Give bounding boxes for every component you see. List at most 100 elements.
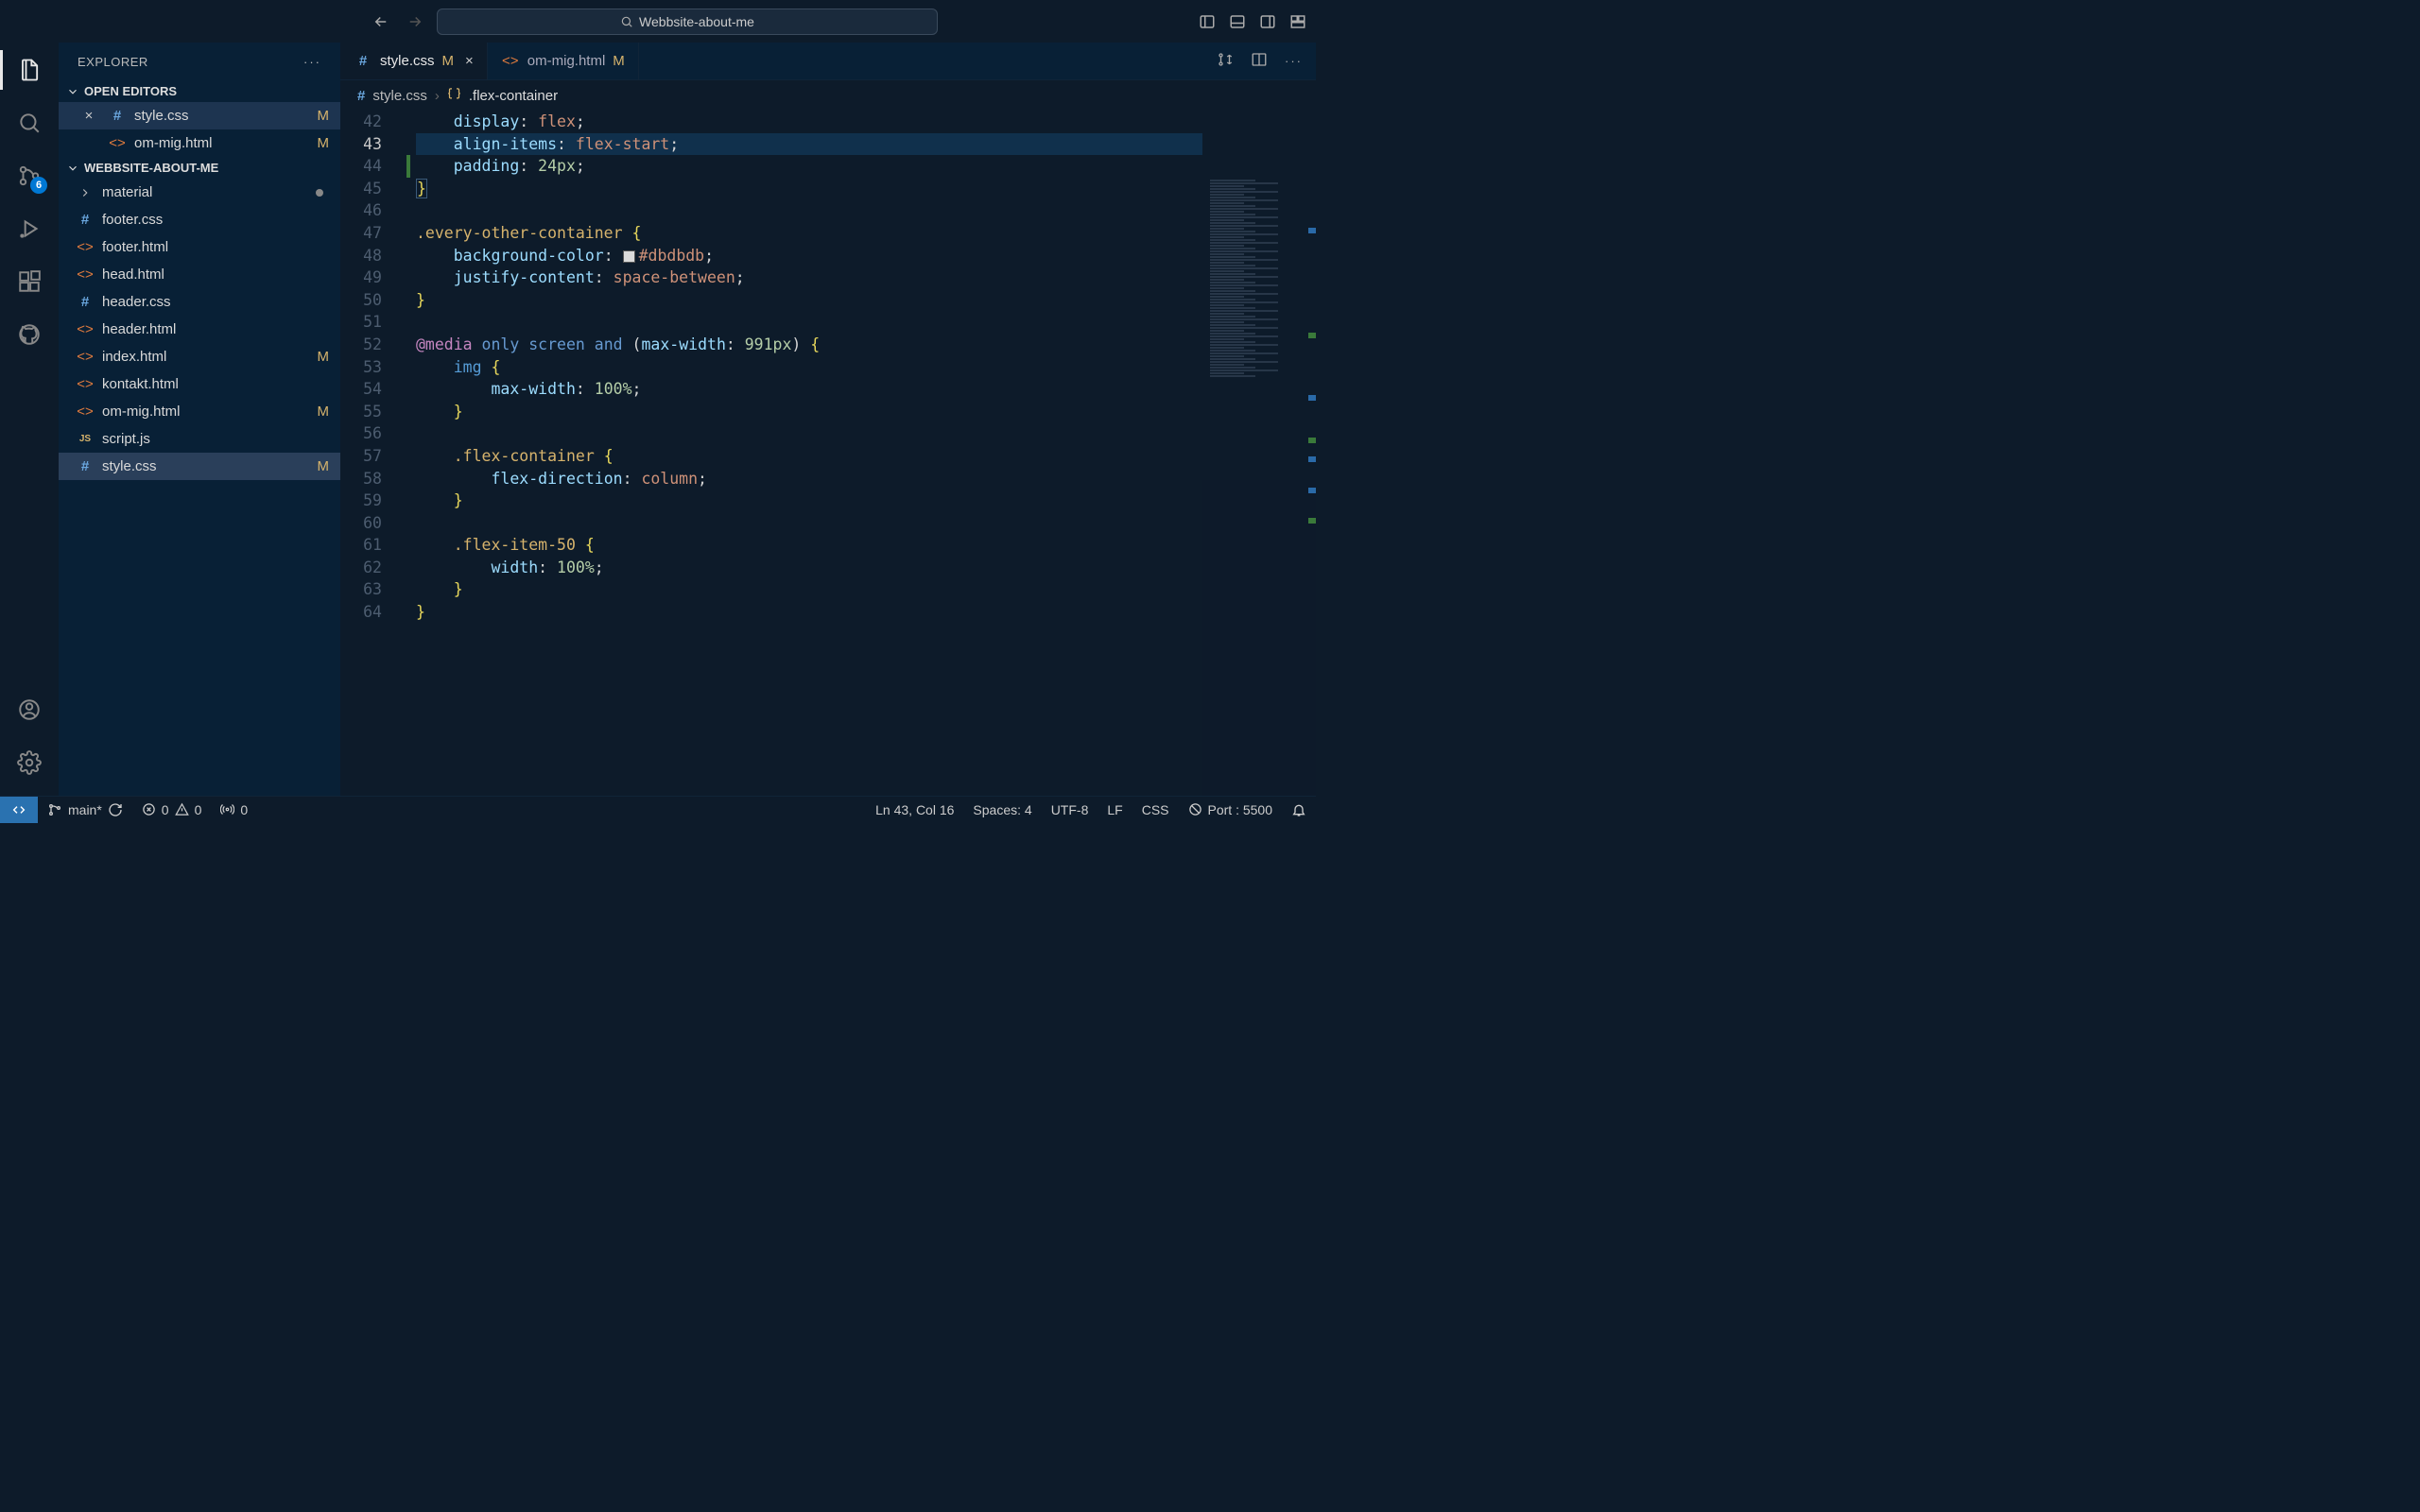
breadcrumb[interactable]: # style.css › .flex-container [340,80,1316,111]
open-editors-label: OPEN EDITORS [84,84,177,98]
activity-settings-icon[interactable] [13,747,45,779]
status-branch[interactable]: main* [38,802,132,817]
file-name-label: footer.css [102,212,163,228]
code-line[interactable]: @media only screen and (max-width: 991px… [416,334,1316,356]
search-icon [620,15,633,28]
code-line[interactable]: img { [416,356,1316,379]
code-line[interactable] [416,422,1316,445]
tree-file-item[interactable]: <>head.html [59,261,340,288]
nav-back-icon[interactable] [369,9,393,34]
command-center[interactable]: Webbsite-about-me [437,9,938,35]
html-file-icon: <> [501,53,520,69]
code-line[interactable]: align-items: flex-start; [416,133,1316,156]
layout-panel-icon[interactable] [1229,13,1246,30]
activity-extensions-icon[interactable] [13,266,45,298]
code-line[interactable]: .flex-item-50 { [416,534,1316,557]
split-editor-icon[interactable] [1251,51,1268,71]
tree-file-item[interactable]: #style.cssM [59,453,340,480]
status-cursor[interactable]: Ln 43, Col 16 [866,802,963,817]
block-icon [1188,802,1202,816]
tree-file-item[interactable]: <>kontakt.html [59,370,340,398]
editor-tab[interactable]: #style.cssM× [340,43,488,79]
status-lang[interactable]: CSS [1132,802,1179,817]
tree-file-item[interactable]: <>om-mig.htmlM [59,398,340,425]
minimap[interactable] [1202,179,1316,796]
tree-file-item[interactable]: JSscript.js [59,425,340,453]
open-editor-item[interactable]: <>om-mig.htmlM [59,129,340,157]
layout-customize-icon[interactable] [1289,13,1306,30]
tree-file-item[interactable]: <>index.htmlM [59,343,340,370]
code-line[interactable]: justify-content: space-between; [416,266,1316,289]
code-line[interactable] [416,199,1316,222]
compare-changes-icon[interactable] [1217,51,1234,71]
tree-folder-item[interactable]: material [59,179,340,206]
close-tab-icon[interactable]: × [465,53,474,69]
activity-debug-icon[interactable] [13,213,45,245]
activity-github-icon[interactable] [13,318,45,351]
status-bar: main* 0 0 0 Ln 43, Col 16 Spaces: 4 UTF-… [0,796,1316,822]
status-problems[interactable]: 0 0 [132,802,212,817]
code-line[interactable]: flex-direction: column; [416,468,1316,490]
status-eol[interactable]: LF [1098,802,1132,817]
code-editor[interactable]: 4243444546474849505152535455565758596061… [340,111,1316,796]
code-line[interactable]: } [416,601,1316,624]
project-header[interactable]: WEBBSITE-ABOUT-ME [59,157,340,179]
breadcrumb-symbol: .flex-container [469,88,558,104]
status-notifications-icon[interactable] [1282,802,1316,817]
activity-explorer-icon[interactable] [13,54,45,86]
code-line[interactable]: } [416,178,1316,200]
code-line[interactable]: } [416,289,1316,312]
code-line[interactable]: } [416,401,1316,423]
activity-scm-icon[interactable]: 6 [13,160,45,192]
chevron-down-icon [66,85,79,98]
broadcast-icon [220,802,234,816]
explorer-sidebar: EXPLORER ··· OPEN EDITORS × #style.cssM <>… [59,43,340,796]
status-live-server[interactable]: 0 [211,802,257,817]
sidebar-more-icon[interactable]: ··· [303,55,321,69]
code-line[interactable]: .every-other-container { [416,222,1316,245]
activity-account-icon[interactable] [13,694,45,726]
file-name-label: style.css [134,108,189,124]
code-line[interactable]: padding: 24px; [416,155,1316,178]
status-encoding[interactable]: UTF-8 [1042,802,1098,817]
html-file-icon: <> [108,135,127,151]
open-editor-item[interactable]: ×#style.cssM [59,102,340,129]
activity-bar: 6 [0,43,59,796]
css-file-icon: # [108,108,127,124]
file-name-label: head.html [102,266,164,283]
status-port[interactable]: Port : 5500 [1179,802,1283,817]
code-line[interactable] [416,311,1316,334]
code-line[interactable]: } [416,490,1316,512]
code-line[interactable]: background-color: #dbdbdb; [416,245,1316,267]
project-label: WEBBSITE-ABOUT-ME [84,161,218,175]
layout-primary-sidebar-icon[interactable] [1199,13,1216,30]
code-line[interactable]: } [416,578,1316,601]
editor-tab[interactable]: <>om-mig.htmlM [488,43,639,79]
layout-secondary-sidebar-icon[interactable] [1259,13,1276,30]
tree-file-item[interactable]: <>header.html [59,316,340,343]
title-bar: Webbsite-about-me [0,0,1316,43]
nav-forward-icon[interactable] [403,9,427,34]
close-editor-icon[interactable]: × [78,108,100,124]
sync-icon [108,802,123,817]
open-editors-header[interactable]: OPEN EDITORS [59,80,340,102]
tree-file-item[interactable]: <>footer.html [59,233,340,261]
tree-file-item[interactable]: #header.css [59,288,340,316]
css-file-icon: # [76,212,95,228]
more-actions-icon[interactable]: ··· [1285,54,1303,68]
html-file-icon: <> [76,239,95,255]
status-indent[interactable]: Spaces: 4 [963,802,1041,817]
html-file-icon: <> [76,349,95,365]
modified-indicator: M [442,53,455,69]
code-line[interactable]: max-width: 100%; [416,378,1316,401]
code-line[interactable]: width: 100%; [416,557,1316,579]
code-line[interactable] [416,512,1316,535]
remote-indicator[interactable] [0,797,38,823]
activity-search-icon[interactable] [13,107,45,139]
sidebar-title: EXPLORER [78,55,148,69]
code-line[interactable]: .flex-container { [416,445,1316,468]
code-line[interactable]: display: flex; [416,111,1316,133]
breadcrumb-separator: › [435,88,440,104]
tree-file-item[interactable]: # footer.css [59,206,340,233]
folder-dirty-dot [316,189,323,197]
